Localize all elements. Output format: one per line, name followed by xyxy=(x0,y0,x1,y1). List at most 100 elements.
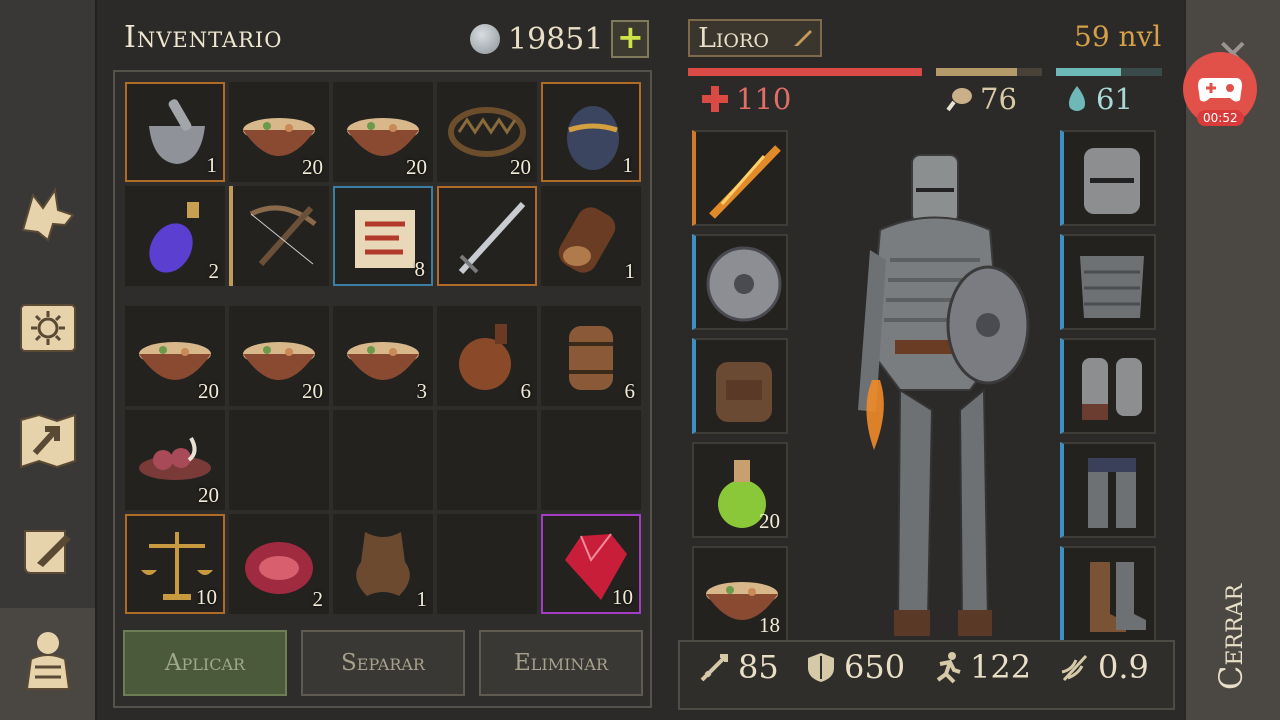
inventory-slot[interactable] xyxy=(437,186,537,286)
defense-value: 650 xyxy=(844,648,906,686)
sidebar-item-skills[interactable] xyxy=(8,175,88,255)
log-icon xyxy=(558,207,616,273)
split-button[interactable]: Separar xyxy=(301,630,465,696)
inventory-slot[interactable]: 6 xyxy=(437,306,537,406)
sidebar-item-quests[interactable] xyxy=(8,512,88,592)
food-bar-fill xyxy=(936,68,1017,76)
item-count: 10 xyxy=(196,585,217,609)
equipment-slot-gauntlets[interactable] xyxy=(1060,338,1156,434)
inventory-slot[interactable]: 8 xyxy=(333,186,433,286)
mana-potion-icon xyxy=(149,202,199,273)
inventory-slot[interactable]: 20 xyxy=(125,306,225,406)
sidebar-item-map[interactable] xyxy=(8,400,88,480)
item-count: 8 xyxy=(414,257,426,281)
flaming-sword-icon xyxy=(709,145,781,219)
equipment-slot-green-potion[interactable]: 20 xyxy=(692,442,788,538)
sidebar-item-journal[interactable] xyxy=(8,288,88,368)
inventory-slot[interactable]: 20 xyxy=(229,82,329,182)
water-bar-track xyxy=(1056,68,1162,76)
health-value: 110 xyxy=(736,82,792,116)
inventory-slot[interactable]: 1 xyxy=(333,514,433,614)
recording-timer: 00:52 xyxy=(1197,110,1244,126)
item-count: 20 xyxy=(198,483,219,507)
delete-button[interactable]: Eliminar xyxy=(479,630,643,696)
inventory-slot-empty[interactable] xyxy=(333,410,433,510)
flask-icon xyxy=(459,324,511,390)
inventory-slot[interactable]: 20 xyxy=(437,82,537,182)
barrel-icon xyxy=(569,326,613,390)
leg-armor-icon xyxy=(1088,458,1136,528)
equipment-slot-backpack[interactable] xyxy=(692,338,788,434)
health-stat: 110 xyxy=(700,82,791,116)
speed-stat: 122 xyxy=(930,648,1031,686)
inventory-slot[interactable]: 1 xyxy=(541,82,641,182)
item-count: 1 xyxy=(622,153,634,177)
inventory-slot[interactable]: 1 xyxy=(541,186,641,286)
item-count: 20 xyxy=(406,155,427,179)
item-count: 20 xyxy=(759,509,780,533)
attack-value: 85 xyxy=(738,648,779,686)
item-count: 6 xyxy=(624,379,636,403)
equipment-slot-helmet[interactable] xyxy=(1060,130,1156,226)
sidebar-item-inventory[interactable] xyxy=(8,622,88,702)
character-level: 59 nvl xyxy=(1074,20,1162,53)
inventory-slot[interactable]: 6 xyxy=(541,306,641,406)
wolf-icon xyxy=(21,187,75,242)
inventory-title: Inventario xyxy=(124,20,283,55)
inventory-slot-empty[interactable] xyxy=(229,410,329,510)
inventory-slot[interactable]: 20 xyxy=(229,306,329,406)
inventory-slot[interactable]: 3 xyxy=(333,306,433,406)
inventory-grid-bottom: 20 20 3 6 6 20 10 2 1 10 xyxy=(125,306,641,614)
item-count: 18 xyxy=(759,613,780,637)
inventory-slot[interactable] xyxy=(229,186,329,286)
inventory-slot[interactable]: 2 xyxy=(125,186,225,286)
food-stat: 76 xyxy=(944,82,1017,116)
leather-hide-icon xyxy=(356,532,410,596)
attack-speed-value: 0.9 xyxy=(1098,648,1149,686)
item-count: 3 xyxy=(416,379,428,403)
inventory-slot-empty[interactable] xyxy=(541,410,641,510)
running-speed-icon xyxy=(936,652,961,684)
health-bar-track xyxy=(688,68,922,76)
chain-armor-icon xyxy=(1080,256,1144,318)
item-count: 1 xyxy=(416,587,428,611)
attack-speed-stat: 0.9 xyxy=(1058,648,1149,686)
sidebar xyxy=(0,0,97,720)
character-name-button[interactable]: Lioro xyxy=(688,19,822,57)
equipment-slot-round-shield[interactable] xyxy=(692,234,788,330)
health-cross-icon xyxy=(702,86,728,112)
knight-character-figure xyxy=(858,154,1030,636)
equipment-slot-leg-armor[interactable] xyxy=(1060,442,1156,538)
water-bar-fill xyxy=(1056,68,1121,76)
equipment-slot-chain-armor[interactable] xyxy=(1060,234,1156,330)
equipment-slot-boots[interactable] xyxy=(1060,546,1156,642)
sword-attack-icon xyxy=(700,654,728,682)
shield-defense-icon xyxy=(808,653,834,682)
food-value: 76 xyxy=(980,82,1017,116)
inventory-slot[interactable]: 20 xyxy=(333,82,433,182)
sun-book-icon xyxy=(20,304,76,352)
inventory-slot[interactable]: 10 xyxy=(125,514,225,614)
stew-bowl-icon xyxy=(347,342,419,380)
item-count: 2 xyxy=(312,587,324,611)
raw-steak-icon xyxy=(245,542,313,594)
equipment-slot-stew-bowl[interactable]: 18 xyxy=(692,546,788,642)
inventory-slot[interactable]: 10 xyxy=(541,514,641,614)
longsword-icon xyxy=(458,201,526,275)
inventory-slot[interactable]: 2 xyxy=(229,514,329,614)
inventory-slot-empty[interactable] xyxy=(437,410,537,510)
currency-display: 19851 + xyxy=(470,20,650,58)
inventory-slot[interactable]: 20 xyxy=(125,410,225,510)
character-name: Lioro xyxy=(698,22,769,54)
gauntlets-icon xyxy=(1082,358,1142,420)
crossbow-icon xyxy=(249,205,317,266)
add-currency-button[interactable]: + xyxy=(611,20,650,58)
boots-icon xyxy=(1090,562,1146,632)
round-shield-icon xyxy=(706,246,782,322)
apply-button[interactable]: Aplicar xyxy=(123,630,287,696)
inventory-slot[interactable]: 1 xyxy=(125,82,225,182)
water-value: 61 xyxy=(1096,82,1133,116)
equipment-slot-flaming-sword[interactable] xyxy=(692,130,788,226)
helmet-icon xyxy=(1084,148,1140,214)
inventory-slot-empty[interactable] xyxy=(437,514,537,614)
